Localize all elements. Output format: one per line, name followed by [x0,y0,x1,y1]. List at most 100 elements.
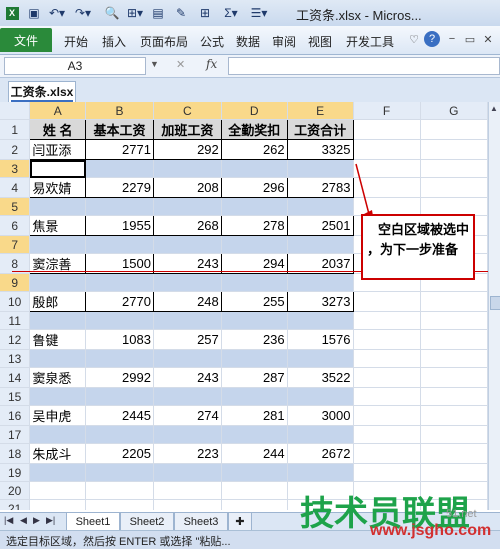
blank-cell[interactable] [85,273,154,292]
empty-cell[interactable] [420,405,488,426]
blank-cell[interactable] [85,463,154,482]
align-icon[interactable]: ☰▾ [248,4,270,22]
header-cell[interactable]: 加班工资 [153,119,222,140]
undo-icon[interactable]: ↶▾ [46,4,68,22]
header-cell[interactable]: 基本工资 [85,119,154,140]
empty-cell[interactable] [420,367,488,388]
value-cell[interactable]: 3273 [287,291,354,312]
empty-cell[interactable] [420,463,488,482]
prev-sheet-icon[interactable]: ◀ [20,515,27,526]
blank-cell[interactable] [221,387,288,406]
empty-cell[interactable] [420,387,488,406]
name-cell[interactable]: 殷郎 [29,291,87,312]
column-header-g[interactable]: G [420,102,488,120]
blank-cell[interactable] [85,197,154,216]
borders-icon[interactable]: ⊞ [196,4,214,22]
column-header-c[interactable]: C [153,102,222,120]
row-header[interactable]: 19 [0,463,31,482]
blank-cell[interactable] [287,463,354,482]
row-header[interactable]: 13 [0,349,31,368]
blank-cell[interactable] [153,349,222,368]
value-cell[interactable]: 1083 [85,329,154,350]
window-restore-icon[interactable]: ▭ [462,31,478,47]
value-cell[interactable]: 296 [221,177,288,198]
value-cell[interactable]: 2279 [85,177,154,198]
blank-cell[interactable] [29,235,87,254]
empty-cell[interactable] [353,291,421,312]
blank-cell[interactable] [29,387,87,406]
row-header[interactable]: 18 [0,443,31,464]
tab-developer[interactable]: 开发工具 [346,33,394,50]
blank-cell[interactable] [287,425,354,444]
name-cell[interactable]: 易欢婧 [29,177,87,198]
value-cell[interactable]: 3522 [287,367,354,388]
autosum-icon[interactable]: Σ▾ [220,4,242,22]
blank-cell[interactable] [153,273,222,292]
blank-cell[interactable] [29,159,87,178]
empty-cell[interactable] [420,177,488,198]
blank-cell[interactable] [221,197,288,216]
formula-input[interactable] [228,57,500,75]
file-tab[interactable]: 文件 [0,28,52,52]
empty-cell[interactable] [420,159,488,178]
blank-cell[interactable] [221,311,288,330]
blank-cell[interactable] [85,235,154,254]
blank-cell[interactable] [153,425,222,444]
name-cell[interactable]: 闫亚添 [29,139,87,160]
blank-cell[interactable] [287,159,354,178]
row-header[interactable]: 9 [0,273,31,292]
row-header[interactable]: 15 [0,387,31,406]
insert-function-icon[interactable]: fx [206,57,217,71]
blank-cell[interactable] [221,349,288,368]
empty-cell[interactable] [420,443,488,464]
first-sheet-icon[interactable]: |◀ [4,515,13,526]
empty-cell[interactable] [420,197,488,216]
value-cell[interactable]: 243 [153,367,222,388]
vertical-scrollbar[interactable]: ▲ [488,102,500,510]
row-header[interactable]: 21 [0,499,31,510]
tab-formulas[interactable]: 公式 [200,33,224,50]
empty-cell[interactable] [420,425,488,444]
blank-cell[interactable] [29,463,87,482]
value-cell[interactable]: 278 [221,215,288,236]
row-header[interactable]: 10 [0,291,31,312]
value-cell[interactable]: 1955 [85,215,154,236]
header-cell[interactable]: 姓 名 [29,119,87,140]
sheet-tab-1[interactable]: Sheet1 [66,513,120,531]
value-cell[interactable]: 2205 [85,443,154,464]
blank-cell[interactable] [153,481,222,500]
blank-cell[interactable] [153,499,222,510]
value-cell[interactable]: 208 [153,177,222,198]
blank-cell[interactable] [221,235,288,254]
format-icon[interactable]: ⊞▾ [124,4,146,22]
value-cell[interactable]: 292 [153,139,222,160]
column-header-a[interactable]: A [29,102,87,120]
empty-cell[interactable] [353,443,421,464]
empty-cell[interactable] [353,139,421,160]
sheet-tab-3[interactable]: Sheet3 [174,513,228,531]
blank-cell[interactable] [29,197,87,216]
value-cell[interactable]: 281 [221,405,288,426]
blank-cell[interactable] [85,481,154,500]
value-cell[interactable]: 236 [221,329,288,350]
empty-cell[interactable] [420,119,488,140]
save-icon[interactable]: ▣ [26,4,42,22]
blank-cell[interactable] [221,159,288,178]
blank-cell[interactable] [287,235,354,254]
empty-cell[interactable] [420,329,488,350]
blank-cell[interactable] [29,311,87,330]
insert-sheet-icon[interactable]: ✚ [228,513,252,531]
blank-cell[interactable] [153,387,222,406]
next-sheet-icon[interactable]: ▶ [33,515,40,526]
value-cell[interactable]: 2445 [85,405,154,426]
blank-cell[interactable] [85,425,154,444]
empty-cell[interactable] [353,119,421,140]
value-cell[interactable]: 1576 [287,329,354,350]
blank-cell[interactable] [221,273,288,292]
value-cell[interactable]: 262 [221,139,288,160]
window-minimize-icon[interactable]: − [444,31,460,47]
blank-cell[interactable] [85,387,154,406]
minimize-ribbon-icon[interactable]: ♡ [406,31,422,47]
value-cell[interactable]: 2501 [287,215,354,236]
header-cell[interactable]: 全勤奖扣 [221,119,288,140]
